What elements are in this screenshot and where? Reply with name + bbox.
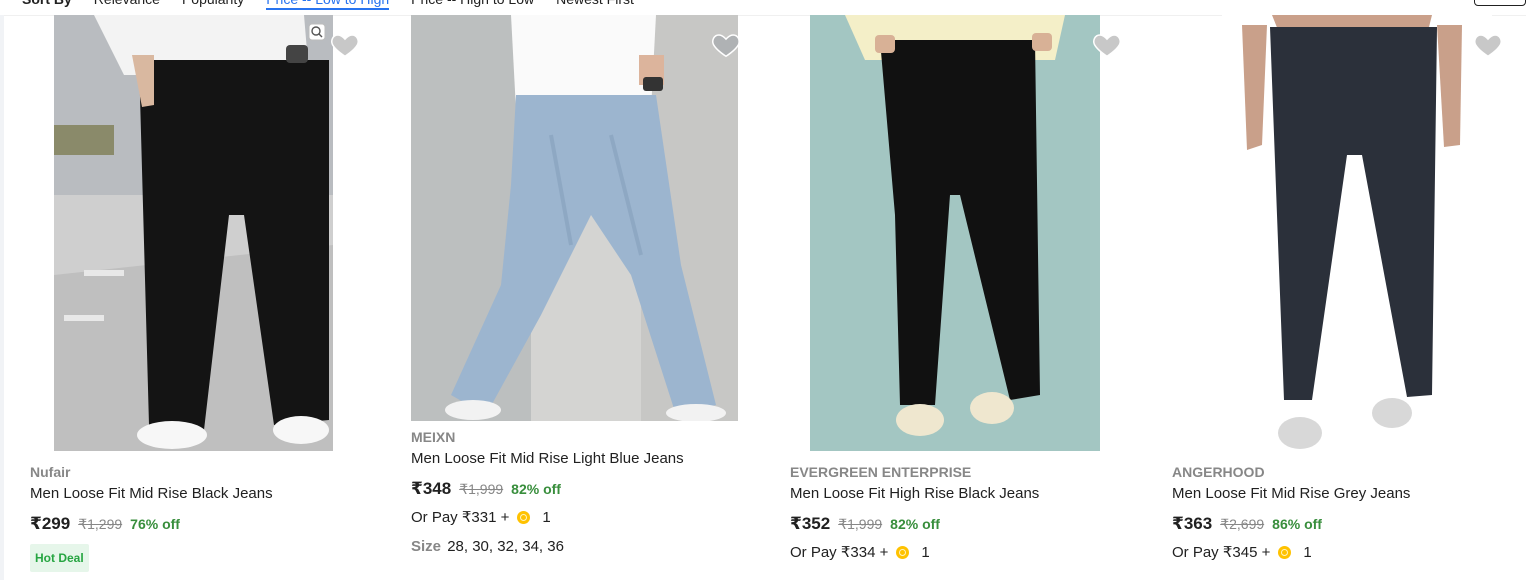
product-image-art: [54, 15, 333, 451]
price-row: ₹299 ₹1,299 76% off: [30, 514, 370, 534]
product-info: MEIXN Men Loose Fit Mid Rise Light Blue …: [411, 428, 751, 555]
product-card[interactable]: Nufair Men Loose Fit Mid Rise Black Jean…: [30, 15, 390, 580]
product-price: ₹363: [1172, 514, 1213, 533]
price-row: ₹352 ₹1,999 82% off: [790, 514, 1130, 534]
product-price: ₹299: [30, 514, 71, 533]
product-mrp: ₹2,699: [1220, 516, 1265, 532]
hot-deal-badge: Hot Deal: [30, 544, 89, 572]
size-values: 28, 30, 32, 34, 36: [447, 538, 564, 555]
supercoin-icon: [896, 545, 910, 559]
price-row: ₹348 ₹1,999 82% off: [411, 479, 751, 499]
heart-icon[interactable]: [1473, 30, 1503, 60]
product-card[interactable]: MEIXN Men Loose Fit Mid Rise Light Blue …: [411, 15, 771, 580]
product-image[interactable]: [1222, 15, 1492, 451]
zoom-icon[interactable]: [308, 23, 326, 41]
product-image[interactable]: [54, 15, 333, 451]
product-discount: 86% off: [1272, 516, 1322, 532]
heart-icon[interactable]: [1092, 30, 1122, 60]
sort-label: Sort By: [22, 0, 72, 10]
supercoin-icon: [517, 510, 531, 524]
product-brand: EVERGREEN ENTERPRISE: [790, 464, 972, 480]
product-image-art: [810, 15, 1100, 451]
coin-count: 1: [921, 543, 930, 561]
sort-option-popularity[interactable]: Popularity: [182, 0, 244, 10]
product-brand: Nufair: [30, 464, 71, 480]
product-info: ANGERHOOD Men Loose Fit Mid Rise Grey Je…: [1172, 463, 1512, 561]
product-image[interactable]: [411, 15, 738, 421]
product-info: Nufair Men Loose Fit Mid Rise Black Jean…: [30, 463, 370, 572]
product-discount: 82% off: [890, 516, 940, 532]
size-label: Size: [411, 538, 442, 555]
product-discount: 76% off: [130, 516, 180, 532]
heart-icon[interactable]: [330, 30, 360, 60]
product-price: ₹352: [790, 514, 831, 533]
sort-option-price-high-low[interactable]: Price -- High to Low: [411, 0, 534, 10]
product-brand: ANGERHOOD: [1172, 464, 1265, 480]
page-left-gutter: [0, 15, 4, 580]
sort-option-relevance[interactable]: Relevance: [94, 0, 160, 10]
product-brand: MEIXN: [411, 429, 456, 445]
product-price: ₹348: [411, 479, 452, 498]
or-pay-text: Or Pay ₹334 +: [790, 544, 889, 561]
product-mrp: ₹1,999: [838, 516, 883, 532]
product-image[interactable]: [810, 15, 1100, 451]
price-row: ₹363 ₹2,699 86% off: [1172, 514, 1512, 534]
or-pay-row: Or Pay ₹345 + 1: [1172, 543, 1512, 562]
product-title[interactable]: Men Loose Fit High Rise Black Jeans: [790, 484, 1130, 504]
product-image-art: [411, 15, 738, 421]
sort-option-price-low-high[interactable]: Price -- Low to High: [266, 0, 390, 10]
product-discount: 82% off: [511, 481, 561, 497]
heart-icon[interactable]: [711, 30, 741, 60]
compare-checkbox-partial[interactable]: [1474, 0, 1526, 6]
coin-count: 1: [542, 508, 551, 526]
or-pay-row: Or Pay ₹331 + 1: [411, 508, 751, 527]
product-card[interactable]: ANGERHOOD Men Loose Fit Mid Rise Grey Je…: [1172, 15, 1512, 580]
product-title[interactable]: Men Loose Fit Mid Rise Grey Jeans: [1172, 484, 1512, 504]
or-pay-row: Or Pay ₹334 + 1: [790, 543, 1130, 562]
size-row: Size 28, 30, 32, 34, 36: [411, 538, 751, 555]
product-mrp: ₹1,999: [459, 481, 504, 497]
product-title[interactable]: Men Loose Fit Mid Rise Light Blue Jeans: [411, 449, 751, 469]
sort-option-newest[interactable]: Newest First: [556, 0, 634, 10]
product-title[interactable]: Men Loose Fit Mid Rise Black Jeans: [30, 484, 370, 504]
sort-bar: Sort By Relevance Popularity Price -- Lo…: [0, 0, 1526, 16]
product-image-art: [1222, 15, 1492, 451]
sort-options: Sort By Relevance Popularity Price -- Lo…: [22, 0, 634, 10]
coin-count: 1: [1303, 543, 1312, 561]
product-info: EVERGREEN ENTERPRISE Men Loose Fit High …: [790, 463, 1130, 561]
supercoin-icon: [1278, 545, 1292, 559]
product-card[interactable]: EVERGREEN ENTERPRISE Men Loose Fit High …: [790, 15, 1150, 580]
or-pay-text: Or Pay ₹345 +: [1172, 544, 1271, 561]
product-mrp: ₹1,299: [78, 516, 123, 532]
or-pay-text: Or Pay ₹331 +: [411, 509, 510, 526]
